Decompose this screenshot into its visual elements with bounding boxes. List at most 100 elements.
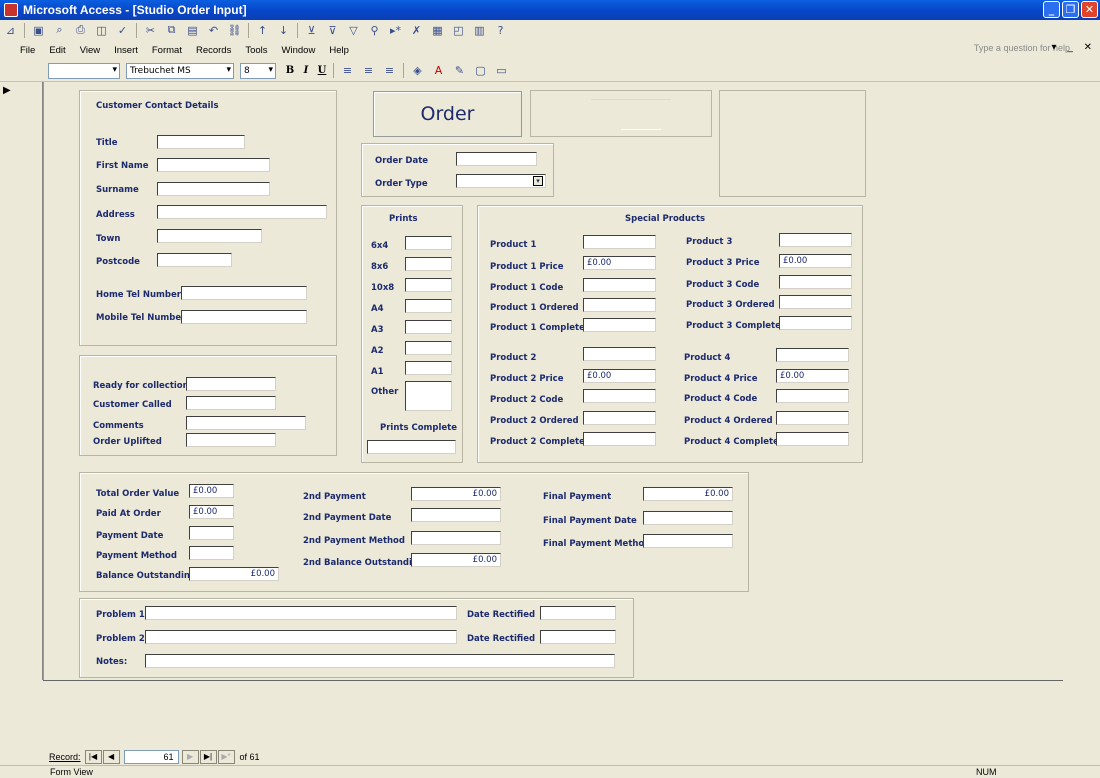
apply-filter-icon[interactable]: ▽ bbox=[346, 23, 361, 38]
undo-icon[interactable]: ↶ bbox=[206, 23, 221, 38]
record-number-input[interactable]: 61 bbox=[123, 750, 179, 764]
spelling-icon[interactable]: ✓ bbox=[115, 23, 130, 38]
payment-method-field[interactable] bbox=[189, 546, 234, 560]
print-size-a1-field[interactable] bbox=[405, 361, 452, 375]
address-field[interactable] bbox=[157, 205, 327, 219]
copy-icon[interactable]: ⧉ bbox=[164, 23, 179, 38]
order-uplifted-field[interactable] bbox=[186, 433, 276, 447]
product-4-field[interactable] bbox=[776, 348, 849, 362]
menu-view[interactable]: View bbox=[80, 45, 100, 56]
product-4-ordered-field[interactable] bbox=[776, 411, 849, 425]
sort-ascending-icon[interactable]: ↑ bbox=[255, 23, 270, 38]
previous-record-button[interactable]: ◀ bbox=[102, 750, 120, 764]
new-record-button[interactable]: ▶* bbox=[217, 750, 235, 764]
menu-edit[interactable]: Edit bbox=[49, 45, 65, 56]
new-object-icon[interactable]: ▥ bbox=[472, 23, 487, 38]
product-1-code-field[interactable] bbox=[583, 278, 656, 292]
first-record-button[interactable]: |◀ bbox=[84, 750, 102, 764]
last-record-button[interactable]: ▶| bbox=[199, 750, 217, 764]
menu-file[interactable]: File bbox=[20, 45, 35, 56]
product-3-ordered-field[interactable] bbox=[779, 295, 852, 309]
date-rectified-1-field[interactable] bbox=[540, 606, 616, 620]
print-size-a4-field[interactable] bbox=[405, 299, 452, 313]
border-icon[interactable]: ▢ bbox=[473, 63, 488, 78]
product-1-completed-field[interactable] bbox=[583, 318, 656, 332]
menu-records[interactable]: Records bbox=[196, 45, 231, 56]
product-2-price-field[interactable]: £0.00 bbox=[583, 369, 656, 383]
print-icon[interactable]: ⎙ bbox=[73, 23, 88, 38]
print-size-8x6-field[interactable] bbox=[405, 257, 452, 271]
font-color-icon[interactable]: A bbox=[431, 63, 446, 78]
second-payment-date-field[interactable] bbox=[411, 508, 501, 522]
save-icon[interactable]: ▣ bbox=[31, 23, 46, 38]
postcode-field[interactable] bbox=[157, 253, 232, 267]
next-record-button[interactable]: ▶ bbox=[181, 750, 199, 764]
filter-selection-icon[interactable]: ⊻ bbox=[304, 23, 319, 38]
menu-tools[interactable]: Tools bbox=[245, 45, 267, 56]
minimize-button[interactable]: _ bbox=[1043, 1, 1060, 18]
mdi-controls[interactable]: ▾ _ ✕ bbox=[1051, 42, 1096, 53]
new-record-icon[interactable]: ▸* bbox=[388, 23, 403, 38]
problem-2-field[interactable] bbox=[145, 630, 457, 644]
menu-insert[interactable]: Insert bbox=[114, 45, 138, 56]
properties-icon[interactable]: ▦ bbox=[430, 23, 445, 38]
order-date-field[interactable] bbox=[456, 152, 537, 166]
object-combo[interactable] bbox=[48, 62, 120, 79]
print-size-a3-field[interactable] bbox=[405, 320, 452, 334]
product-3-completed-field[interactable] bbox=[779, 316, 852, 330]
database-window-icon[interactable]: ◰ bbox=[451, 23, 466, 38]
order-type-select[interactable]: ▾ bbox=[456, 174, 546, 188]
italic-button[interactable]: I bbox=[298, 65, 314, 76]
second-balance-outstanding-field[interactable]: £0.00 bbox=[411, 553, 501, 567]
font-size-combo[interactable]: 8 bbox=[240, 62, 276, 79]
print-size-6x4-field[interactable] bbox=[405, 236, 452, 250]
product-2-completed-field[interactable] bbox=[583, 432, 656, 446]
final-payment-date-field[interactable] bbox=[643, 511, 733, 525]
product-4-price-field[interactable]: £0.00 bbox=[776, 369, 849, 383]
product-1-ordered-field[interactable] bbox=[583, 298, 656, 312]
product-2-ordered-field[interactable] bbox=[583, 411, 656, 425]
date-rectified-2-field[interactable] bbox=[540, 630, 616, 644]
paid-at-order-field[interactable]: £0.00 bbox=[189, 505, 234, 519]
underline-button[interactable]: U bbox=[314, 65, 330, 76]
product-3-field[interactable] bbox=[779, 233, 852, 247]
align-left-icon[interactable]: ≡ bbox=[340, 63, 355, 78]
product-4-completed-field[interactable] bbox=[776, 432, 849, 446]
print-preview-icon[interactable]: ◫ bbox=[94, 23, 109, 38]
balance-outstanding-field[interactable]: £0.00 bbox=[189, 567, 279, 581]
second-payment-method-field[interactable] bbox=[411, 531, 501, 545]
final-payment-method-field[interactable] bbox=[643, 534, 733, 548]
product-2-code-field[interactable] bbox=[583, 389, 656, 403]
record-selector[interactable]: ▶ bbox=[0, 82, 43, 680]
access-app-icon[interactable] bbox=[4, 3, 18, 17]
product-3-code-field[interactable] bbox=[779, 275, 852, 289]
bold-button[interactable]: B bbox=[282, 65, 298, 76]
ready-for-collection-field[interactable] bbox=[186, 377, 276, 391]
product-1-field[interactable] bbox=[583, 235, 656, 249]
print-size-a2-field[interactable] bbox=[405, 341, 452, 355]
second-payment-field[interactable]: £0.00 bbox=[411, 487, 501, 501]
town-field[interactable] bbox=[157, 229, 262, 243]
comments-field[interactable] bbox=[186, 416, 306, 430]
product-2-field[interactable] bbox=[583, 347, 656, 361]
view-icon[interactable]: ⊿ bbox=[3, 23, 18, 38]
problem-1-field[interactable] bbox=[145, 606, 457, 620]
payment-date-field[interactable] bbox=[189, 526, 234, 540]
notes-field[interactable] bbox=[145, 654, 615, 668]
product-4-code-field[interactable] bbox=[776, 389, 849, 403]
customer-called-field[interactable] bbox=[186, 396, 276, 410]
prints-complete-field[interactable] bbox=[367, 440, 456, 454]
align-center-icon[interactable]: ≡ bbox=[361, 63, 376, 78]
surname-field[interactable] bbox=[157, 182, 270, 196]
final-payment-field[interactable]: £0.00 bbox=[643, 487, 733, 501]
font-combo[interactable]: Trebuchet MS bbox=[126, 62, 234, 79]
hyperlink-icon[interactable]: ⛓ bbox=[227, 23, 242, 38]
title-field[interactable] bbox=[157, 135, 245, 149]
help-icon[interactable]: ? bbox=[493, 23, 508, 38]
paste-icon[interactable]: ▤ bbox=[185, 23, 200, 38]
find-icon[interactable]: ⚲ bbox=[367, 23, 382, 38]
delete-record-icon[interactable]: ✗ bbox=[409, 23, 424, 38]
cut-icon[interactable]: ✂ bbox=[143, 23, 158, 38]
first-name-field[interactable] bbox=[157, 158, 270, 172]
product-1-price-field[interactable]: £0.00 bbox=[583, 256, 656, 270]
